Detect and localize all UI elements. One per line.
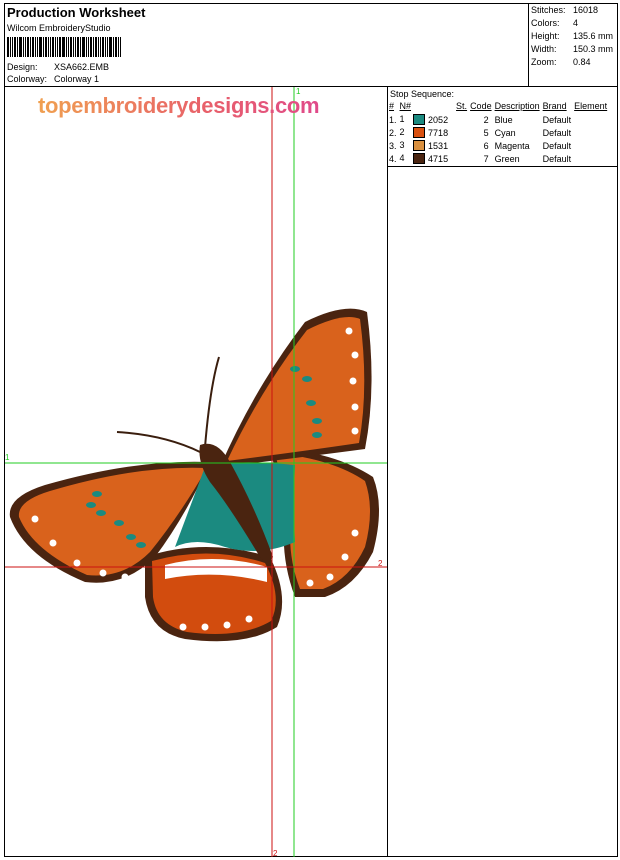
color-swatch	[413, 114, 426, 126]
stats-panel: Stitches: 16018 Colors: 4 Height: 135.6 mm …	[531, 5, 617, 75]
guide-label-green-top: 1	[296, 87, 301, 96]
guide-label-green-left: 1	[5, 453, 10, 462]
col-num: #	[389, 101, 395, 111]
butterfly-design	[9, 308, 379, 642]
stat-height: Height: 135.6 mm	[531, 31, 614, 41]
barcode	[7, 37, 129, 57]
table-row: 2. 2 7718 5 Cyan Default	[389, 126, 572, 139]
panel-divider-vertical	[387, 86, 388, 857]
stop-sequence-title: Stop Sequence:	[390, 89, 455, 99]
colorway-value: Colorway 1	[54, 74, 100, 84]
software-name: Wilcom EmbroideryStudio	[7, 23, 111, 33]
design-canvas	[5, 87, 387, 857]
color-swatch	[413, 127, 426, 139]
col-element: Element	[574, 101, 608, 111]
color-swatch	[413, 153, 426, 165]
col-n: N#	[399, 101, 412, 111]
colorway-label: Colorway:	[7, 74, 48, 84]
col-description: Description	[494, 101, 540, 111]
col-brand: Brand	[542, 101, 567, 111]
col-st: St.	[456, 101, 468, 111]
color-swatch	[413, 140, 426, 152]
stat-zoom: Zoom: 0.84	[531, 57, 591, 67]
stop-sequence-table: # N# St. Code Description Brand Element …	[389, 100, 610, 165]
table-row: 4. 4 4715 7 Green Default	[389, 152, 572, 165]
sequence-header-row: # N# St. Code Description Brand Element	[389, 100, 610, 113]
stat-width: Width: 150.3 mm	[531, 44, 614, 54]
table-row: 1. 1 2052 2 Blue Default	[389, 113, 572, 126]
header-divider-vertical	[528, 3, 529, 86]
watermark: topembroiderydesigns.com	[38, 93, 320, 118]
stat-colors: Colors: 4	[531, 18, 579, 28]
table-row: 3. 3 1531 6 Magenta Default	[389, 139, 572, 152]
page-title: Production Worksheet	[7, 5, 146, 20]
antenna-left	[116, 431, 201, 453]
col-code: Code	[470, 101, 492, 111]
guide-label-red-right: 2	[378, 559, 383, 568]
stat-stitches: Stitches: 16018	[531, 5, 599, 15]
design-label: Design:	[7, 62, 38, 72]
sequence-divider	[387, 166, 618, 167]
design-value: XSA662.EMB	[54, 62, 110, 72]
guide-label-red-bottom: 2	[273, 849, 278, 858]
antenna-right	[204, 356, 220, 448]
